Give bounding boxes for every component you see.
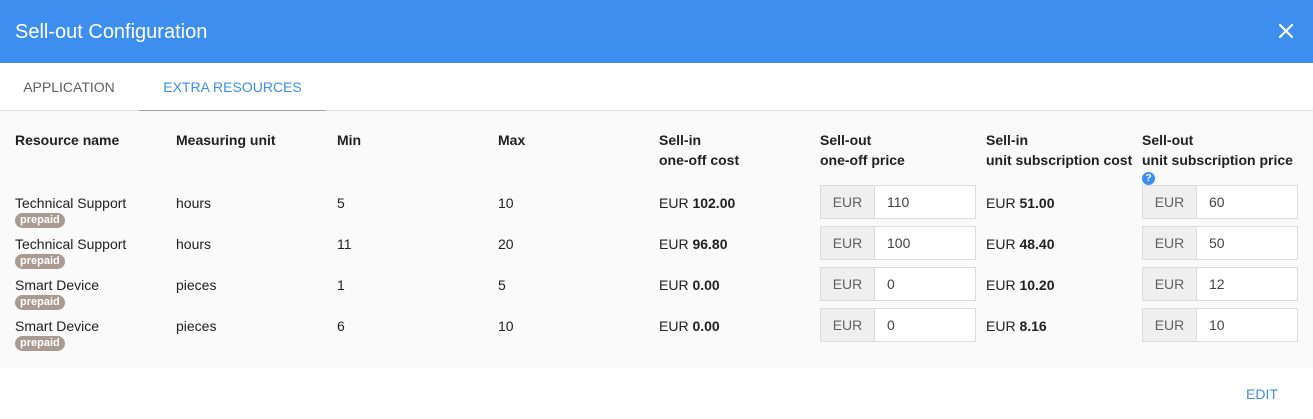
sellout-oneoff-price-input[interactable]	[875, 186, 975, 218]
prepaid-badge: prepaid	[15, 295, 65, 310]
header-measuring-unit: Measuring unit	[176, 132, 276, 148]
measuring-unit: pieces	[176, 277, 217, 293]
sellin-subscription-cost: EUR 51.00	[986, 195, 1055, 211]
sellout-oneoff-price-input[interactable]	[875, 268, 975, 300]
sellout-subscription-price-input[interactable]	[1197, 227, 1297, 259]
max-value: 10	[498, 195, 514, 211]
sellout-oneoff-price-field: EUR	[820, 226, 976, 260]
sellout-oneoff-price-field: EUR	[820, 185, 976, 219]
currency-addon: EUR	[1143, 268, 1197, 300]
sellout-subscription-price-field: EUR	[1142, 267, 1298, 301]
resource-name: Technical Support	[15, 195, 127, 211]
tab-bar: APPLICATION EXTRA RESOURCES	[0, 63, 1313, 112]
currency-addon: EUR	[1143, 309, 1197, 341]
sellin-oneoff-cost: EUR 0.00	[659, 277, 720, 293]
resource-name: Technical Support	[15, 236, 127, 252]
header-sellout-oneoff: Sell-out one-off price	[820, 132, 905, 168]
close-icon[interactable]	[1274, 19, 1298, 43]
currency-addon: EUR	[1143, 227, 1197, 259]
currency-addon: EUR	[821, 309, 875, 341]
edit-button[interactable]: EDIT	[1246, 385, 1278, 403]
prepaid-badge: prepaid	[15, 213, 65, 228]
sellout-subscription-price-input[interactable]	[1197, 309, 1297, 341]
prepaid-badge: prepaid	[15, 254, 65, 269]
min-value: 6	[337, 318, 345, 334]
sellin-oneoff-cost: EUR 0.00	[659, 318, 720, 334]
header-resource-name: Resource name	[15, 132, 120, 148]
sellout-subscription-price-input[interactable]	[1197, 186, 1297, 218]
sellin-subscription-cost: EUR 8.16	[986, 318, 1047, 334]
resources-table: Resource name Measuring unit Min Max Sel…	[0, 111, 1313, 368]
tab-application[interactable]: APPLICATION	[0, 63, 138, 111]
min-value: 1	[337, 277, 345, 293]
sellout-subscription-price-field: EUR	[1142, 308, 1298, 342]
sellout-oneoff-price-field: EUR	[820, 267, 976, 301]
measuring-unit: pieces	[176, 318, 217, 334]
header-sellout-subscription: Sell-out unit subscription price	[1142, 132, 1293, 168]
min-value: 11	[337, 236, 352, 252]
sellin-oneoff-cost: EUR 96.80	[659, 236, 728, 252]
max-value: 10	[498, 318, 514, 334]
sellout-oneoff-price-input[interactable]	[875, 227, 975, 259]
sellout-subscription-price-field: EUR	[1142, 226, 1298, 260]
currency-addon: EUR	[821, 268, 875, 300]
measuring-unit: hours	[176, 236, 212, 252]
header-max: Max	[498, 132, 526, 148]
dialog-header: Sell-out Configuration	[0, 0, 1313, 63]
min-value: 5	[337, 195, 345, 211]
dialog-title: Sell-out Configuration	[15, 21, 208, 43]
max-value: 5	[498, 277, 506, 293]
sellout-oneoff-price-input[interactable]	[875, 309, 975, 341]
header-min: Min	[337, 132, 362, 148]
tab-extra-resources[interactable]: EXTRA RESOURCES	[139, 63, 326, 112]
currency-addon: EUR	[1143, 186, 1197, 218]
sellin-subscription-cost: EUR 48.40	[986, 236, 1055, 252]
currency-addon: EUR	[821, 227, 875, 259]
max-value: 20	[498, 236, 514, 252]
help-icon[interactable]: ?	[1142, 172, 1155, 185]
sellin-oneoff-cost: EUR 102.00	[659, 195, 736, 211]
header-sellin-oneoff: Sell-in one-off cost	[659, 132, 740, 168]
currency-addon: EUR	[821, 186, 875, 218]
measuring-unit: hours	[176, 195, 212, 211]
resource-name: Smart Device	[15, 277, 100, 293]
resource-name: Smart Device	[15, 318, 100, 334]
sellin-subscription-cost: EUR 10.20	[986, 277, 1055, 293]
sellout-subscription-price-input[interactable]	[1197, 268, 1297, 300]
header-sellin-subscription: Sell-in unit subscription cost	[986, 132, 1133, 168]
prepaid-badge: prepaid	[15, 336, 65, 351]
sellout-subscription-price-field: EUR	[1142, 185, 1298, 219]
sellout-oneoff-price-field: EUR	[820, 308, 976, 342]
